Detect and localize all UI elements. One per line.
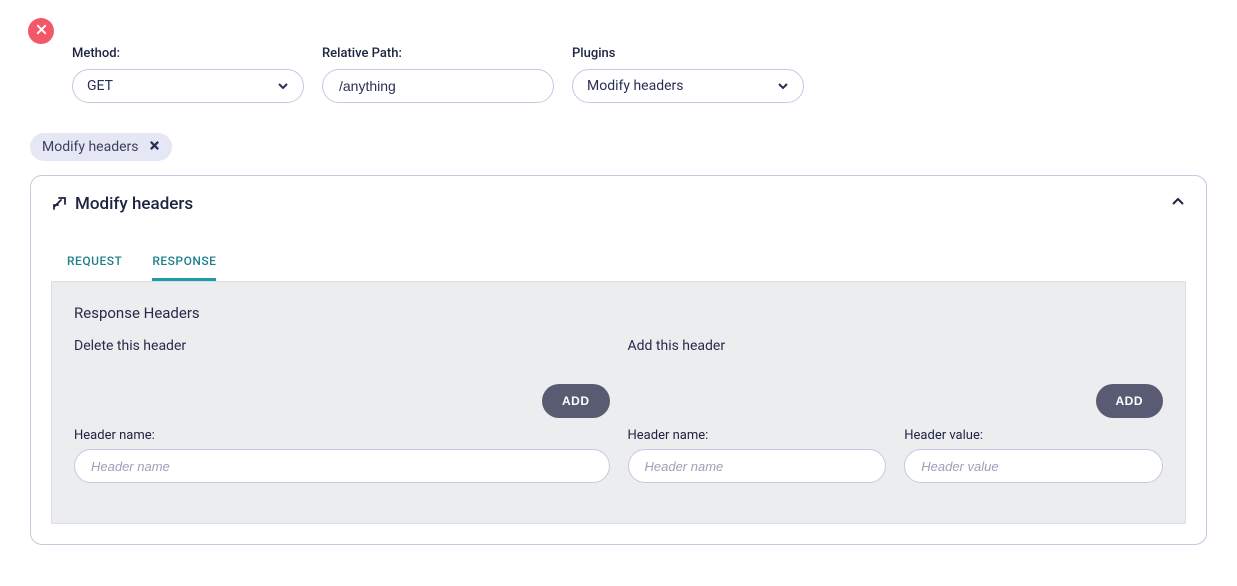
top-controls: Method: GET Relative Path: Plugins Modif… bbox=[0, 0, 1237, 103]
plugins-field: Plugins Modify headers bbox=[572, 46, 804, 103]
add-header-value-input-wrap bbox=[904, 449, 1163, 483]
relative-path-input[interactable] bbox=[337, 70, 539, 102]
delete-header-add-button[interactable]: ADD bbox=[542, 384, 610, 418]
add-header-value-input[interactable] bbox=[919, 458, 1148, 475]
plugins-label: Plugins bbox=[572, 46, 804, 61]
panel-toggle[interactable]: Modify headers bbox=[51, 194, 1186, 214]
plugin-chip-modify-headers: Modify headers bbox=[30, 133, 172, 161]
plugins-select[interactable]: Modify headers bbox=[572, 69, 804, 103]
delete-header-name-input-wrap bbox=[74, 449, 610, 483]
chevron-down-icon bbox=[277, 80, 289, 92]
response-headers-title: Response Headers bbox=[74, 304, 1163, 322]
method-select[interactable]: GET bbox=[72, 69, 304, 103]
panel-title-text: Modify headers bbox=[75, 194, 193, 214]
header-direction-tabs: REQUEST RESPONSE bbox=[51, 214, 1186, 281]
delete-header-column: Delete this header ADD Header name: bbox=[74, 338, 610, 483]
delete-header-title: Delete this header bbox=[74, 338, 610, 354]
add-header-name-input[interactable] bbox=[643, 458, 872, 475]
close-button[interactable] bbox=[28, 18, 54, 44]
relative-path-input-wrap bbox=[322, 69, 554, 103]
tab-response[interactable]: RESPONSE bbox=[152, 254, 216, 281]
chevron-down-icon bbox=[777, 80, 789, 92]
close-icon bbox=[36, 23, 47, 39]
delete-header-name-input[interactable] bbox=[89, 458, 595, 475]
method-value: GET bbox=[87, 78, 277, 94]
add-header-name-input-wrap bbox=[628, 449, 887, 483]
plugin-chip-remove[interactable] bbox=[149, 139, 160, 155]
tab-request[interactable]: REQUEST bbox=[67, 254, 122, 281]
panel-title: Modify headers bbox=[51, 194, 193, 214]
add-header-name-label: Header name: bbox=[628, 428, 887, 443]
chevron-up-icon bbox=[1170, 194, 1186, 214]
relative-path-label: Relative Path: bbox=[322, 46, 554, 61]
add-header-add-button[interactable]: ADD bbox=[1096, 384, 1164, 418]
method-field: Method: GET bbox=[72, 46, 304, 103]
modify-headers-icon bbox=[51, 196, 67, 212]
delete-header-name-label: Header name: bbox=[74, 428, 610, 443]
add-header-value-label: Header value: bbox=[904, 428, 1163, 443]
plugin-chip-row: Modify headers bbox=[0, 103, 1237, 161]
plugins-value: Modify headers bbox=[587, 78, 777, 94]
add-header-title: Add this header bbox=[628, 338, 1164, 354]
modify-headers-panel: Modify headers REQUEST RESPONSE Response… bbox=[30, 175, 1207, 545]
add-header-column: Add this header ADD Header name: Header … bbox=[628, 338, 1164, 483]
plugin-chip-label: Modify headers bbox=[42, 139, 139, 155]
close-icon bbox=[149, 139, 160, 155]
response-tab-body: Response Headers Delete this header ADD … bbox=[51, 281, 1186, 524]
relative-path-field: Relative Path: bbox=[322, 46, 554, 103]
method-label: Method: bbox=[72, 46, 304, 61]
